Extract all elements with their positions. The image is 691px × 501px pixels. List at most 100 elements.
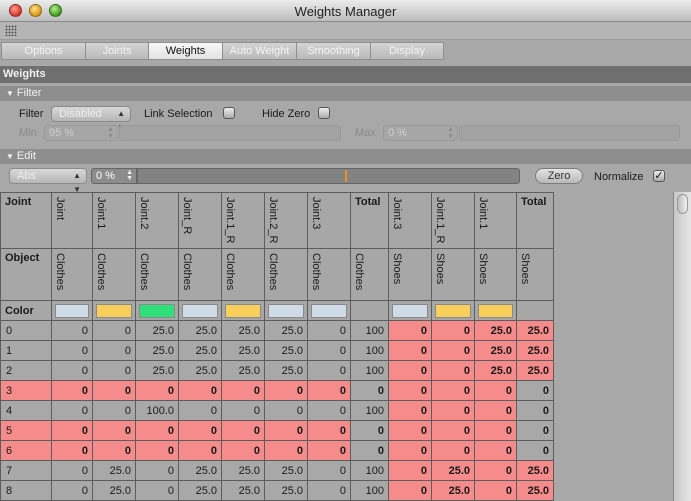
weight-cell[interactable]: 25.0: [474, 340, 517, 361]
joint-color-swatch[interactable]: [182, 303, 218, 318]
weight-cell[interactable]: 0: [51, 440, 93, 461]
weight-cell[interactable]: 0: [135, 380, 179, 401]
weight-cell[interactable]: 0: [307, 420, 351, 441]
total-weight-cell[interactable]: 0: [516, 420, 554, 441]
joint-column-header[interactable]: Joint.1_R: [221, 192, 265, 249]
joint-column-header[interactable]: Joint_R: [178, 192, 222, 249]
weight-cell[interactable]: 0: [92, 400, 136, 421]
weight-cell[interactable]: 0: [388, 360, 432, 381]
scrollbar-thumb[interactable]: [677, 194, 688, 214]
stepper-arrows-icon[interactable]: ▲ ▼: [107, 126, 114, 140]
weight-cell[interactable]: 0: [51, 320, 93, 341]
tab-joints[interactable]: Joints: [86, 42, 149, 60]
weight-cell[interactable]: 0: [92, 320, 136, 341]
point-index[interactable]: 3: [0, 380, 52, 401]
weight-cell[interactable]: 25.0: [474, 360, 517, 381]
max-slider[interactable]: [459, 125, 680, 141]
point-index[interactable]: 2: [0, 360, 52, 381]
point-index[interactable]: 1: [0, 340, 52, 361]
total-weight-cell[interactable]: 25.0: [516, 360, 554, 381]
weight-cell[interactable]: 0: [307, 480, 351, 501]
joint-column-header[interactable]: Joint.1: [92, 192, 136, 249]
weight-cell[interactable]: 0: [92, 440, 136, 461]
weight-cell[interactable]: 0: [431, 380, 475, 401]
section-edit-header[interactable]: ▼ Edit: [0, 149, 691, 164]
stepper-arrows-icon[interactable]: ▲ ▼: [126, 169, 133, 182]
tab-smoothing[interactable]: Smoothing: [297, 42, 371, 60]
weight-cell[interactable]: 0: [135, 420, 179, 441]
weight-cell[interactable]: 25.0: [221, 320, 265, 341]
joint-column-header[interactable]: Joint.1_R: [431, 192, 475, 249]
weight-row[interactable]: 2 0 0 25.0 25.0 25.0 25.0 0 100 0 0 25.0 25.0: [0, 360, 559, 381]
total-weight-cell[interactable]: 25.0: [516, 460, 554, 481]
weight-cell[interactable]: 0: [474, 440, 517, 461]
joint-color-swatch[interactable]: [435, 303, 471, 318]
weight-cell[interactable]: 0: [51, 460, 93, 481]
total-weight-cell[interactable]: 25.0: [516, 340, 554, 361]
tab-auto-weight[interactable]: Auto Weight: [223, 42, 297, 60]
slider-handle[interactable]: [345, 170, 347, 182]
weight-cell[interactable]: 0: [474, 460, 517, 481]
tab-display[interactable]: Display: [371, 42, 444, 60]
joint-column-header[interactable]: Joint: [51, 192, 93, 249]
weight-cell[interactable]: 0: [264, 420, 308, 441]
joint-column-header[interactable]: Joint.1: [474, 192, 517, 249]
weight-cell[interactable]: 0: [51, 480, 93, 501]
weight-cell[interactable]: 0: [135, 440, 179, 461]
point-index[interactable]: 6: [0, 440, 52, 461]
point-index[interactable]: 7: [0, 460, 52, 481]
weight-cell[interactable]: 25.0: [178, 320, 222, 341]
weight-cell[interactable]: 25.0: [474, 320, 517, 341]
joint-column-header[interactable]: Joint.3: [307, 192, 351, 249]
weight-cell[interactable]: 25.0: [264, 480, 308, 501]
weight-cell[interactable]: 0: [388, 400, 432, 421]
joint-color-swatch[interactable]: [268, 303, 304, 318]
weight-cell[interactable]: 0: [431, 420, 475, 441]
weight-row[interactable]: 5000000000000: [0, 420, 559, 441]
joint-column-header[interactable]: Joint.2_R: [264, 192, 308, 249]
weight-cell[interactable]: 0: [431, 360, 475, 381]
min-value-field[interactable]: 95 % ▲ ▼: [44, 125, 118, 141]
weight-cell[interactable]: 0: [51, 360, 93, 381]
weight-cell[interactable]: 0: [307, 320, 351, 341]
joint-color-swatch[interactable]: [96, 303, 132, 318]
link-selection-checkbox[interactable]: [223, 107, 235, 119]
edit-mode-dropdown[interactable]: Abs ▲ ▼: [9, 168, 87, 194]
joint-color-swatch[interactable]: [225, 303, 261, 318]
weight-cell[interactable]: 0: [307, 440, 351, 461]
weight-cell[interactable]: 0: [221, 400, 265, 421]
weight-cell[interactable]: 0: [474, 380, 517, 401]
grip-handle-icon[interactable]: [5, 25, 17, 36]
weight-cell[interactable]: 0: [51, 380, 93, 401]
weight-cell[interactable]: 25.0: [178, 360, 222, 381]
point-index[interactable]: 0: [0, 320, 52, 341]
weight-row[interactable]: 0 0 0 25.0 25.0 25.0 25.0 0 100 0 0 25.0 25.0: [0, 320, 559, 341]
weight-cell[interactable]: 0: [388, 340, 432, 361]
joint-color-swatch[interactable]: [55, 303, 89, 318]
zero-button[interactable]: Zero: [535, 168, 583, 184]
weight-cell[interactable]: 25.0: [264, 360, 308, 381]
weight-cell[interactable]: 25.0: [92, 460, 136, 481]
weight-cell[interactable]: 0: [221, 420, 265, 441]
hide-zero-checkbox[interactable]: [318, 107, 330, 119]
weight-cell[interactable]: 25.0: [221, 460, 265, 481]
weight-row[interactable]: 3000000000000: [0, 380, 559, 401]
weight-cell[interactable]: 0: [221, 440, 265, 461]
weight-cell[interactable]: 0: [307, 340, 351, 361]
weight-cell[interactable]: 0: [264, 380, 308, 401]
weight-cell[interactable]: 25.0: [431, 460, 475, 481]
weight-cell[interactable]: 0: [221, 380, 265, 401]
weight-value-field[interactable]: 0 % ▲ ▼: [91, 168, 137, 184]
weight-row[interactable]: 1 0 0 25.0 25.0 25.0 25.0 0 100 0 0 25.0 25.0: [0, 340, 559, 361]
weight-row[interactable]: 6000000000000: [0, 440, 559, 461]
joint-color-swatch[interactable]: [311, 303, 347, 318]
total-weight-cell[interactable]: 0: [516, 440, 554, 461]
total-weight-cell[interactable]: 25.0: [516, 480, 554, 501]
joint-color-swatch[interactable]: [139, 303, 175, 318]
joint-color-swatch[interactable]: [392, 303, 428, 318]
point-index[interactable]: 8: [0, 480, 52, 501]
weight-cell[interactable]: 25.0: [264, 460, 308, 481]
weight-cell[interactable]: 25.0: [221, 360, 265, 381]
weight-cell[interactable]: 25.0: [431, 480, 475, 501]
weight-cell[interactable]: 0: [307, 360, 351, 381]
